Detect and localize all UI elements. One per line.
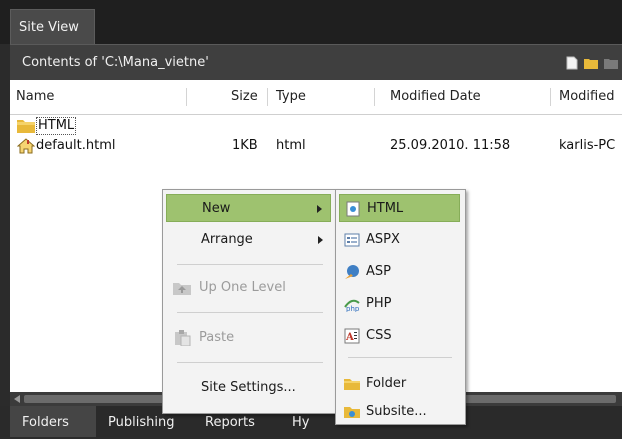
svg-text:php: php <box>346 305 360 312</box>
menu-separator <box>348 357 452 358</box>
submenu-item-aspx[interactable]: ASPX <box>339 226 460 254</box>
column-header-name[interactable]: Name <box>16 80 54 114</box>
submenu-item-folder[interactable]: Folder <box>339 370 460 398</box>
new-page-icon[interactable] <box>566 56 578 70</box>
column-divider[interactable] <box>267 88 268 106</box>
column-divider[interactable] <box>186 88 187 106</box>
file-row-html-folder[interactable]: HTML <box>10 116 622 136</box>
home-page-icon <box>17 138 35 154</box>
up-folder-icon <box>173 283 191 295</box>
submenu-arrow-icon <box>317 205 322 213</box>
menu-item-label: Paste <box>199 330 235 345</box>
folder-up-icon[interactable] <box>604 56 618 70</box>
asp-file-icon <box>345 265 359 279</box>
menu-item-up-one-level: Up One Level <box>166 274 331 302</box>
menu-separator <box>177 264 323 265</box>
svg-text:A: A <box>345 332 354 343</box>
menu-separator <box>177 362 323 363</box>
aspx-file-icon <box>344 233 360 247</box>
submenu-item-asp[interactable]: ASP <box>339 258 460 286</box>
menu-item-new[interactable]: New <box>166 194 331 222</box>
folder-icon <box>17 120 35 133</box>
menu-item-label: Arrange <box>201 232 253 247</box>
submenu-item-php[interactable]: php PHP <box>339 290 460 318</box>
file-name[interactable]: default.html <box>36 136 116 156</box>
submenu-arrow-icon <box>318 236 323 244</box>
menu-item-site-settings[interactable]: Site Settings... <box>166 374 331 402</box>
menu-item-label: Site Settings... <box>201 380 296 395</box>
top-tab-bar: Site View <box>0 0 622 44</box>
file-list-header: Name Size Type Modified Date Modified <box>10 80 622 115</box>
path-toolbar <box>566 56 618 70</box>
context-menu: New Arrange Up One Level Paste Site Sett… <box>162 189 337 414</box>
column-divider[interactable] <box>374 88 375 106</box>
path-bar: Contents of 'C:\Mana_vietne' <box>10 44 622 81</box>
file-row-default-html[interactable]: default.html 1KB html 25.09.2010. 11:58 … <box>10 136 622 156</box>
php-file-icon: php <box>344 299 360 312</box>
submenu-item-label: Subsite... <box>366 404 427 419</box>
submenu-item-subsite[interactable]: Subsite... <box>339 398 460 426</box>
column-header-modified-by[interactable]: Modified <box>559 80 614 114</box>
menu-item-label: Up One Level <box>199 280 286 295</box>
paste-icon <box>175 330 191 346</box>
menu-item-label: New <box>202 201 231 216</box>
subsite-folder-icon <box>344 407 360 418</box>
menu-item-paste: Paste <box>166 324 331 352</box>
folder-icon <box>344 379 360 390</box>
menu-separator <box>177 312 323 313</box>
submenu-item-label: ASPX <box>366 232 400 247</box>
submenu-item-label: HTML <box>367 201 404 216</box>
file-modified-date: 25.09.2010. 11:58 <box>390 138 511 153</box>
submenu-item-label: CSS <box>366 328 392 343</box>
column-header-type[interactable]: Type <box>276 80 306 114</box>
submenu-item-label: ASP <box>366 264 391 279</box>
file-name[interactable]: HTML <box>36 117 77 135</box>
file-size: 1KB <box>232 138 258 153</box>
file-type: html <box>276 138 306 153</box>
css-file-icon: A <box>344 328 360 344</box>
new-submenu: HTML ASPX ASP php PHP A CSS Folder Subsi… <box>335 189 466 425</box>
submenu-item-label: PHP <box>366 296 392 311</box>
submenu-item-html[interactable]: HTML <box>339 194 460 222</box>
column-divider[interactable] <box>550 88 551 106</box>
column-header-modified-date[interactable]: Modified Date <box>390 80 481 114</box>
scroll-left-arrow-icon[interactable] <box>14 395 20 403</box>
submenu-item-label: Folder <box>366 376 407 391</box>
file-modified-by: karlis-PC <box>559 138 616 153</box>
tab-folders[interactable]: Folders <box>10 406 96 437</box>
submenu-item-css[interactable]: A CSS <box>339 322 460 350</box>
new-folder-icon[interactable] <box>584 56 598 70</box>
column-header-size[interactable]: Size <box>231 80 258 114</box>
menu-item-arrange[interactable]: Arrange <box>166 226 331 254</box>
tab-site-view[interactable]: Site View <box>10 9 95 44</box>
html-file-icon <box>346 201 360 217</box>
path-label: Contents of 'C:\Mana_vietne' <box>22 55 209 70</box>
